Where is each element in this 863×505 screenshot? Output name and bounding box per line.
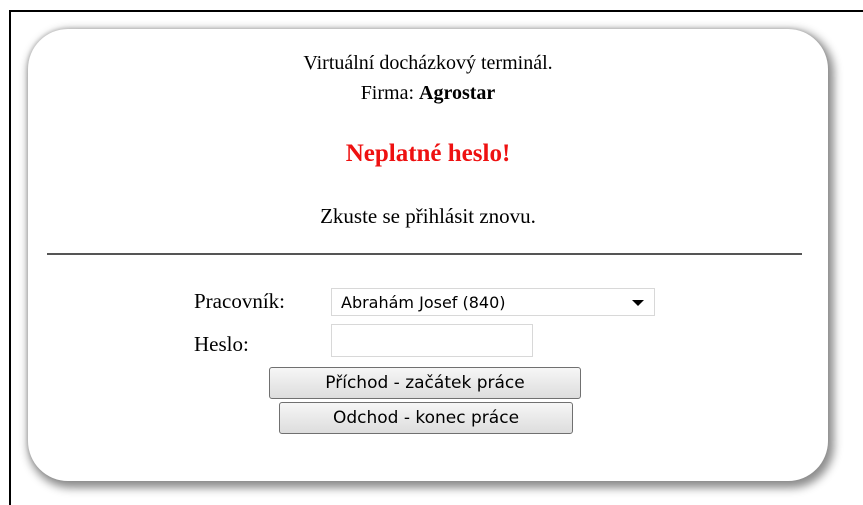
error-message: Neplatné heslo! bbox=[345, 140, 511, 167]
terminal-title: Virtuální docházkový terminál. bbox=[303, 52, 553, 74]
password-field[interactable] bbox=[331, 324, 533, 357]
firm-line: Firma: Agrostar bbox=[28, 81, 828, 105]
firm-label: Firma: bbox=[360, 82, 415, 104]
worker-select[interactable]: Abrahám Josef (840) bbox=[331, 288, 655, 316]
password-label: Heslo: bbox=[194, 332, 249, 356]
chevron-down-icon[interactable] bbox=[632, 300, 644, 306]
divider bbox=[47, 253, 802, 255]
window-frame-top bbox=[9, 10, 863, 12]
window-frame-left bbox=[9, 10, 11, 505]
worker-label: Pracovník: bbox=[194, 289, 285, 313]
retry-message: Zkuste se přihlásit znovu. bbox=[320, 204, 536, 228]
login-card: Virtuální docházkový terminál. Firma: Ag… bbox=[28, 29, 828, 481]
departure-button[interactable]: Odchod - konec práce bbox=[279, 402, 573, 434]
worker-select-value: Abrahám Josef (840) bbox=[341, 293, 506, 312]
firm-name: Agrostar bbox=[419, 82, 496, 104]
arrival-button[interactable]: Příchod - začátek práce bbox=[269, 367, 581, 399]
